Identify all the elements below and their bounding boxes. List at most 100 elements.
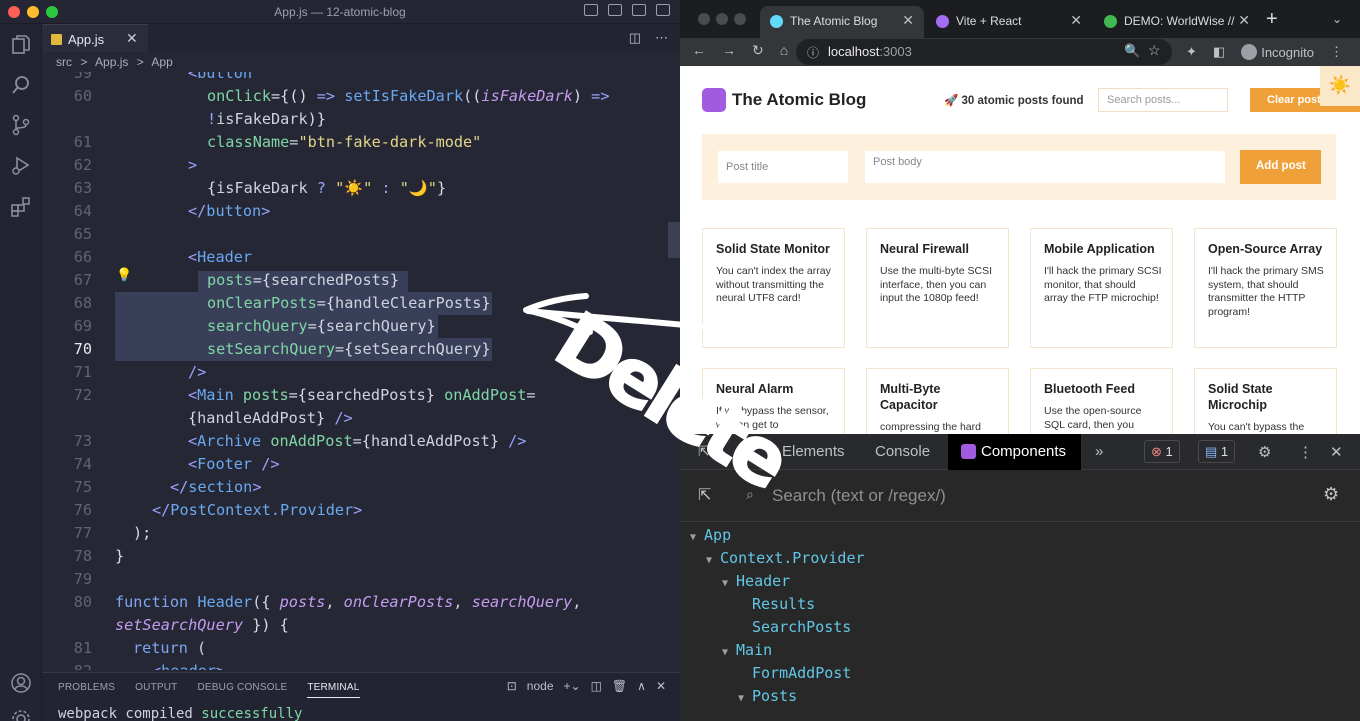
reload-icon[interactable]: ↻ [752, 42, 764, 59]
toggle-panel-icon[interactable] [608, 4, 622, 16]
tab-elements[interactable]: Elements [782, 443, 845, 460]
breadcrumb-file[interactable]: App.js [95, 55, 128, 69]
devtools-settings-icon[interactable]: ⚙ [1258, 443, 1271, 461]
tab-output[interactable]: OUTPUT [135, 682, 177, 698]
browser-tab-atomic-blog[interactable]: The Atomic Blog ✕ [760, 6, 924, 38]
zoom-window-button[interactable] [734, 13, 746, 25]
more-tabs-icon[interactable]: » [1095, 443, 1103, 460]
side-panel-icon[interactable]: ◧ [1213, 44, 1225, 60]
breadcrumb: src > App.js > App [42, 52, 680, 72]
tab-debug-console[interactable]: DEBUG CONSOLE [197, 682, 287, 698]
tree-node[interactable]: Results [752, 595, 815, 613]
tree-node-label: Results [752, 595, 816, 613]
customize-layout-icon[interactable] [656, 4, 670, 16]
split-editor-icon[interactable]: ◫ [629, 30, 641, 46]
maximize-panel-icon[interactable]: ∧ [637, 679, 646, 693]
add-post-button[interactable]: Add post [1240, 150, 1321, 184]
inspect-element-icon[interactable]: ⇱ [698, 443, 710, 460]
tree-node[interactable]: ▼ App [690, 526, 731, 544]
line-number: 82 [42, 662, 92, 670]
manage-gear-icon[interactable] [10, 708, 32, 721]
run-debug-icon[interactable] [10, 154, 32, 176]
components-settings-icon[interactable]: ⚙ [1323, 484, 1339, 505]
code-editor[interactable]: 💡 59 <button 60 onClick={() => setIsFakeDar… [42, 72, 680, 670]
toggle-sidebar-icon[interactable] [584, 4, 598, 16]
zoom-search-icon[interactable]: 🔍 [1124, 43, 1140, 59]
source-control-icon[interactable] [10, 114, 32, 136]
post-title: Solid State Monitor [716, 242, 830, 256]
tab-app-js[interactable]: App.js ✕ [42, 24, 148, 52]
expand-arrow-icon[interactable]: ▼ [722, 647, 728, 658]
post-body-textarea[interactable]: Post body [865, 151, 1225, 183]
errors-badge[interactable]: ⊗ 1 [1144, 440, 1180, 463]
device-toolbar-icon[interactable]: ▭ [734, 443, 747, 460]
tree-node[interactable]: ▼ Context.Provider [706, 549, 865, 567]
bookmark-star-icon[interactable]: ☆ [1148, 42, 1161, 59]
devtools-menu-icon[interactable]: ⋮ [1298, 443, 1313, 461]
close-window-button[interactable] [698, 13, 710, 25]
theme-toggle-button[interactable]: ☀️ [1320, 66, 1360, 106]
editor-scrollbar[interactable] [668, 222, 680, 258]
url-host: localhost [828, 44, 880, 59]
code-line: </PostContext.Provider> [152, 501, 363, 519]
minimize-window-button[interactable] [716, 13, 728, 25]
add-post-form: Post title Post body Add post [702, 134, 1336, 200]
breadcrumb-symbol[interactable]: App [151, 55, 172, 69]
tree-node[interactable]: ▼ Posts [738, 687, 797, 705]
forward-icon[interactable]: → [722, 42, 736, 59]
close-panel-icon[interactable]: ✕ [656, 679, 666, 693]
post-title-input[interactable]: Post title [718, 151, 848, 183]
account-icon[interactable] [10, 672, 32, 694]
browser-tab-worldwise[interactable]: DEMO: WorldWise // Ke ✕ [1094, 6, 1260, 38]
expand-arrow-icon[interactable]: ▼ [722, 578, 728, 589]
tree-node[interactable]: SearchPosts [752, 618, 851, 636]
results-count: 🚀 30 atomic posts found [944, 95, 1084, 107]
tree-node[interactable]: ▼ Main [722, 641, 772, 659]
tab-search-icon[interactable]: ⌄ [1332, 12, 1342, 26]
expand-arrow-icon[interactable]: ▼ [706, 555, 712, 566]
new-terminal-icon[interactable]: +⌄ [564, 679, 581, 693]
extensions-icon[interactable] [10, 196, 32, 218]
select-component-icon[interactable]: ⇱ [698, 485, 711, 505]
lightbulb-icon[interactable]: 💡 [116, 268, 132, 283]
back-icon[interactable]: ← [692, 42, 706, 59]
new-tab-button[interactable]: + [1266, 8, 1278, 31]
messages-badge[interactable]: ▤ 1 [1198, 440, 1236, 463]
close-tab-icon[interactable]: ✕ [902, 12, 914, 29]
tab-console[interactable]: Console [875, 443, 930, 460]
code-line: <Footer /> [188, 455, 280, 473]
tab-problems[interactable]: PROBLEMS [58, 682, 115, 698]
terminal-text: webpack compiled [58, 706, 202, 721]
address-bar[interactable]: ⓘ localhost:3003 🔍 ☆ [796, 39, 1172, 65]
extensions-puzzle-icon[interactable]: ✦ [1186, 44, 1197, 60]
close-tab-icon[interactable]: ✕ [126, 30, 138, 47]
site-info-icon[interactable]: ⓘ [807, 44, 819, 61]
split-terminal-icon[interactable]: ◫ [591, 679, 602, 693]
error-count: 1 [1165, 444, 1173, 459]
close-tab-icon[interactable]: ✕ [1070, 12, 1082, 29]
search-posts-input[interactable]: Search posts... [1098, 88, 1228, 112]
tree-node[interactable]: ▼ Header [722, 572, 790, 590]
tab-terminal[interactable]: TERMINAL [307, 682, 360, 698]
explorer-icon[interactable] [10, 34, 32, 56]
more-actions-icon[interactable]: ⋯ [655, 30, 668, 46]
close-tab-icon[interactable]: ✕ [1238, 12, 1250, 29]
terminal-name[interactable]: node [527, 679, 554, 693]
expand-arrow-icon[interactable]: ▼ [738, 693, 744, 704]
expand-arrow-icon[interactable]: ▼ [690, 532, 696, 543]
toggle-secondary-sidebar-icon[interactable] [632, 4, 646, 16]
browser-tab-vite[interactable]: Vite + React ✕ [926, 6, 1092, 38]
trash-icon[interactable]: 🗑 [612, 679, 627, 693]
browser-menu-icon[interactable]: ⋮ [1330, 44, 1343, 60]
tree-node[interactable]: FormAddPost [752, 664, 851, 682]
search-icon[interactable] [10, 74, 32, 96]
home-icon[interactable]: ⌂ [780, 42, 788, 59]
incognito-label[interactable]: Incognito [1261, 45, 1314, 60]
breadcrumb-src[interactable]: src [56, 55, 72, 69]
code-line: searchQuery={searchQuery} [207, 317, 436, 335]
post-card: Multi-Byte Capacitor compressing the hard [866, 368, 1009, 434]
components-search-input[interactable]: Search (text or /regex/) [772, 486, 946, 506]
react-favicon-icon [770, 15, 783, 28]
tab-components[interactable]: Components [948, 434, 1081, 470]
close-devtools-icon[interactable]: ✕ [1330, 443, 1343, 461]
